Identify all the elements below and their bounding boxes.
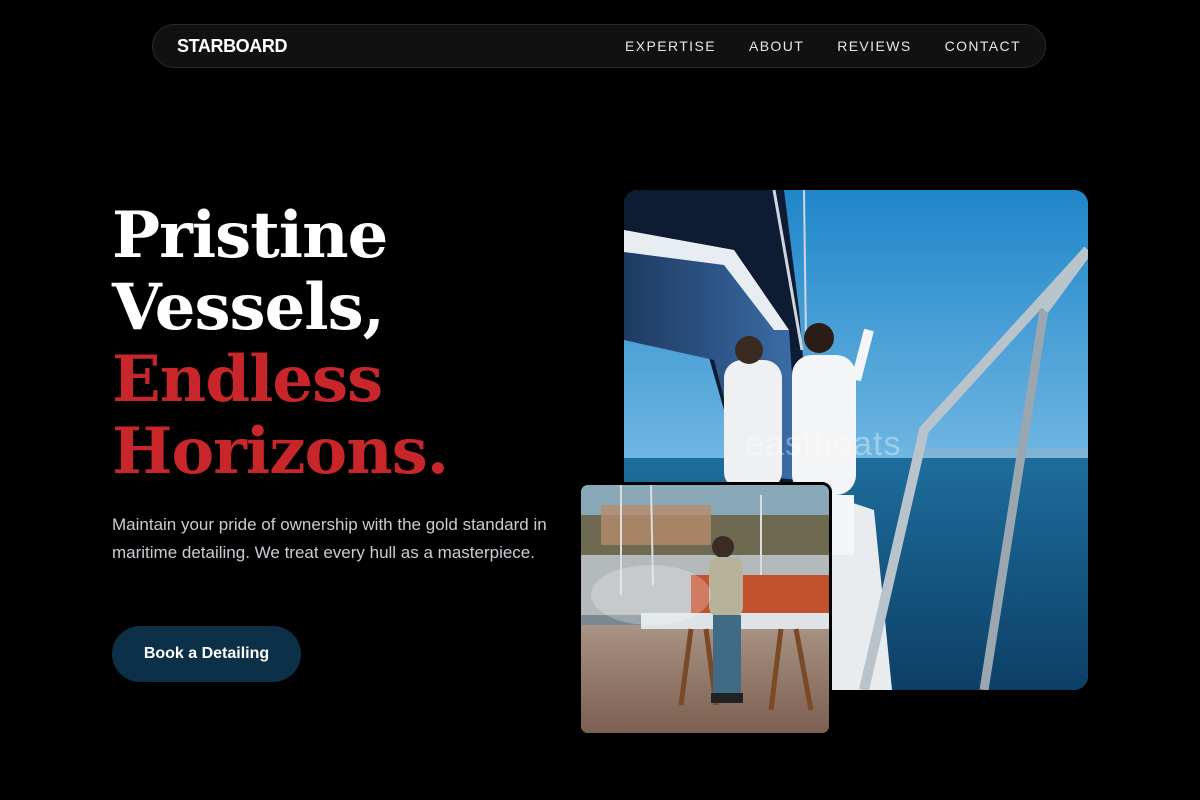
headline-line-2: Vessels, [112, 270, 385, 345]
headline-line-4: Horizons. [112, 414, 449, 489]
headline-line-3: Endless [112, 342, 383, 417]
hero-description: Maintain your pride of ownership with th… [112, 515, 547, 562]
top-navigation: STARBOARD EXPERTISE ABOUT REVIEWS CONTAC… [152, 24, 1046, 68]
worker-detailing-photo [578, 482, 832, 736]
nav-links: EXPERTISE ABOUT REVIEWS CONTACT [625, 38, 1021, 54]
worker-illustration [581, 485, 829, 733]
nav-link-reviews[interactable]: REVIEWS [837, 38, 911, 54]
nav-link-expertise[interactable]: EXPERTISE [625, 38, 716, 54]
headline-line-1: Pristine [112, 198, 388, 273]
page: STARBOARD EXPERTISE ABOUT REVIEWS CONTAC… [0, 0, 1200, 800]
book-detailing-button[interactable]: Book a Detailing [112, 626, 301, 682]
nav-link-about[interactable]: ABOUT [749, 38, 804, 54]
nav-link-contact[interactable]: CONTACT [945, 38, 1021, 54]
brand-logo[interactable]: STARBOARD [177, 36, 287, 57]
hero-headline: Pristine Vessels, Endless Horizons. [112, 198, 449, 489]
